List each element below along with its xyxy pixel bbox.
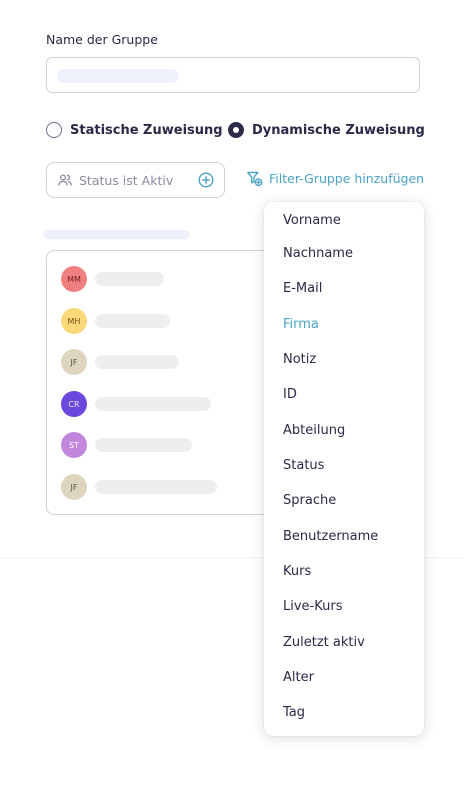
users-icon xyxy=(58,174,72,186)
avatar: JF xyxy=(61,349,87,375)
avatar: MH xyxy=(61,308,87,334)
static-assignment-option[interactable]: Statische Zuweisung xyxy=(46,121,223,139)
dropdown-item[interactable]: ID xyxy=(283,387,297,402)
list-item[interactable]: JF xyxy=(61,349,179,375)
name-skeleton xyxy=(95,438,192,452)
dropdown-item[interactable]: Nachname xyxy=(283,246,353,261)
dropdown-item[interactable]: Notiz xyxy=(283,352,316,367)
dynamic-assignment-label: Dynamische Zuweisung xyxy=(252,122,425,138)
dropdown-item[interactable]: Alter xyxy=(283,670,314,685)
name-skeleton xyxy=(95,314,170,328)
dynamic-assignment-option[interactable]: Dynamische Zuweisung xyxy=(228,121,425,139)
radio-checked-icon[interactable] xyxy=(228,122,244,138)
members-heading-skeleton xyxy=(43,230,190,239)
dropdown-item[interactable]: Kurs xyxy=(283,564,311,579)
list-item[interactable]: CR xyxy=(61,391,211,417)
dropdown-item[interactable]: Live-Kurs xyxy=(283,599,342,614)
name-skeleton xyxy=(95,272,164,286)
avatar: MM xyxy=(61,266,87,292)
filter-condition-text: Status ist Aktiv xyxy=(79,172,174,188)
static-assignment-label: Statische Zuweisung xyxy=(70,122,223,138)
avatar: ST xyxy=(61,432,87,458)
filter-add-icon xyxy=(247,171,263,187)
group-name-input[interactable] xyxy=(46,57,420,93)
list-item[interactable]: JF xyxy=(61,474,217,500)
list-item[interactable]: MM xyxy=(61,266,164,292)
dropdown-item[interactable]: Benutzername xyxy=(283,529,378,544)
dropdown-item[interactable]: Abteilung xyxy=(283,423,345,438)
dropdown-item[interactable]: Status xyxy=(283,458,324,473)
avatar: CR xyxy=(61,391,87,417)
dropdown-item[interactable]: Zuletzt aktiv xyxy=(283,635,365,650)
dropdown-item[interactable]: Tag xyxy=(283,705,305,720)
filter-condition-pill[interactable]: Status ist Aktiv xyxy=(46,162,225,198)
name-skeleton xyxy=(95,397,211,411)
dropdown-item[interactable]: Sprache xyxy=(283,493,336,508)
group-name-label: Name der Gruppe xyxy=(46,32,158,47)
add-filter-group-label: Filter-Gruppe hinzufügen xyxy=(269,171,425,186)
dropdown-item-active[interactable]: Firma xyxy=(283,317,319,332)
avatar: JF xyxy=(61,474,87,500)
list-item[interactable]: ST xyxy=(61,432,192,458)
dropdown-item[interactable]: Vorname xyxy=(283,213,341,228)
dropdown-item[interactable]: E-Mail xyxy=(283,281,322,296)
members-list: MM MH JF CR ST JF xyxy=(46,250,276,515)
name-skeleton xyxy=(95,355,179,369)
filter-field-dropdown: Vorname Nachname E-Mail Firma Notiz ID A… xyxy=(264,202,424,736)
list-item[interactable]: MH xyxy=(61,308,170,334)
radio-unchecked-icon[interactable] xyxy=(46,122,62,138)
name-skeleton xyxy=(95,480,217,494)
add-filter-group-button[interactable]: Filter-Gruppe hinzufügen xyxy=(246,170,424,187)
add-condition-icon[interactable] xyxy=(198,172,214,188)
input-placeholder-skeleton xyxy=(57,69,179,83)
